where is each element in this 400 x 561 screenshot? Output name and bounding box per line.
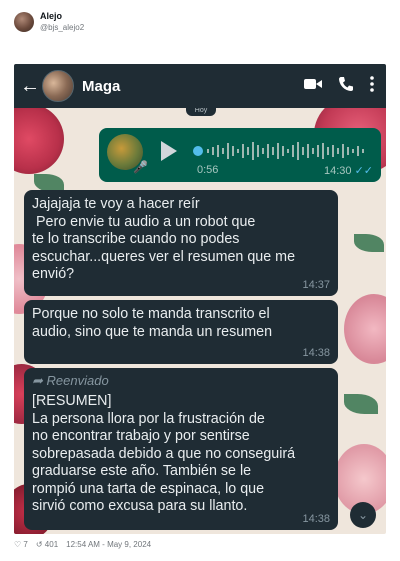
chat-header: ← Maga: [14, 64, 386, 108]
message-bubble[interactable]: Jajajaja te voy a hacer reír Pero envie …: [24, 190, 338, 296]
chat-screenshot: ← Maga Hoy 🎤 0:56 14:30 ✓✓ Jajajaja te v…: [14, 64, 386, 534]
back-button[interactable]: ←: [20, 75, 42, 98]
forwarded-label: ➦ Reenviado: [32, 373, 109, 388]
video-call-icon: [304, 79, 322, 89]
audio-message[interactable]: 🎤 0:56 14:30 ✓✓: [99, 128, 381, 182]
message-bubble[interactable]: Porque no solo te manda transcrito el au…: [24, 300, 338, 364]
author-handle[interactable]: @bjs_alejo2: [40, 22, 84, 34]
chevron-down-icon: ⌄: [357, 508, 369, 522]
message-text: Porque no solo te manda transcrito el au…: [32, 306, 273, 340]
tweet-timestamp[interactable]: 12:54 AM - May 9, 2024: [66, 540, 151, 549]
more-vertical-icon: [370, 75, 374, 92]
audio-waveform[interactable]: [193, 139, 369, 163]
day-chip: Hoy: [186, 107, 216, 116]
mic-icon: 🎤: [133, 160, 148, 174]
message-time: 14:37: [302, 279, 330, 291]
audio-time: 14:30 ✓✓: [323, 165, 373, 177]
scroll-down-button[interactable]: ⌄: [350, 502, 376, 528]
menu-button[interactable]: [370, 75, 374, 97]
contact-name[interactable]: Maga: [82, 78, 304, 95]
like-button[interactable]: ♡ 7: [14, 540, 28, 549]
message-time: 14:38: [302, 347, 330, 359]
message-text: [RESUMEN] La persona llora por la frustr…: [32, 393, 296, 514]
forwarded-message-bubble[interactable]: ➦ Reenviado [RESUMEN] La persona llora p…: [24, 368, 338, 530]
audio-duration: 0:56: [197, 164, 219, 176]
heart-icon: ♡: [14, 540, 22, 549]
play-icon[interactable]: [161, 141, 177, 161]
tweet-header: Alejo @bjs_alejo2: [14, 10, 84, 34]
author-avatar[interactable]: [14, 12, 34, 32]
contact-avatar[interactable]: [42, 70, 74, 102]
retweet-icon: ↺: [35, 540, 43, 549]
video-call-button[interactable]: [304, 77, 322, 95]
tweet-footer: ♡ 7 ↺ 401 12:54 AM - May 9, 2024: [14, 540, 151, 549]
forward-icon: ➦: [32, 373, 43, 388]
message-time: 14:38: [302, 513, 330, 525]
phone-icon: [339, 76, 353, 91]
retweet-button[interactable]: ↺ 401: [36, 540, 58, 549]
message-text: Jajajaja te voy a hacer reír Pero envie …: [32, 196, 296, 282]
read-ticks-icon: ✓✓: [354, 165, 373, 177]
voice-call-button[interactable]: [338, 76, 354, 97]
author-name[interactable]: Alejo: [40, 10, 84, 22]
